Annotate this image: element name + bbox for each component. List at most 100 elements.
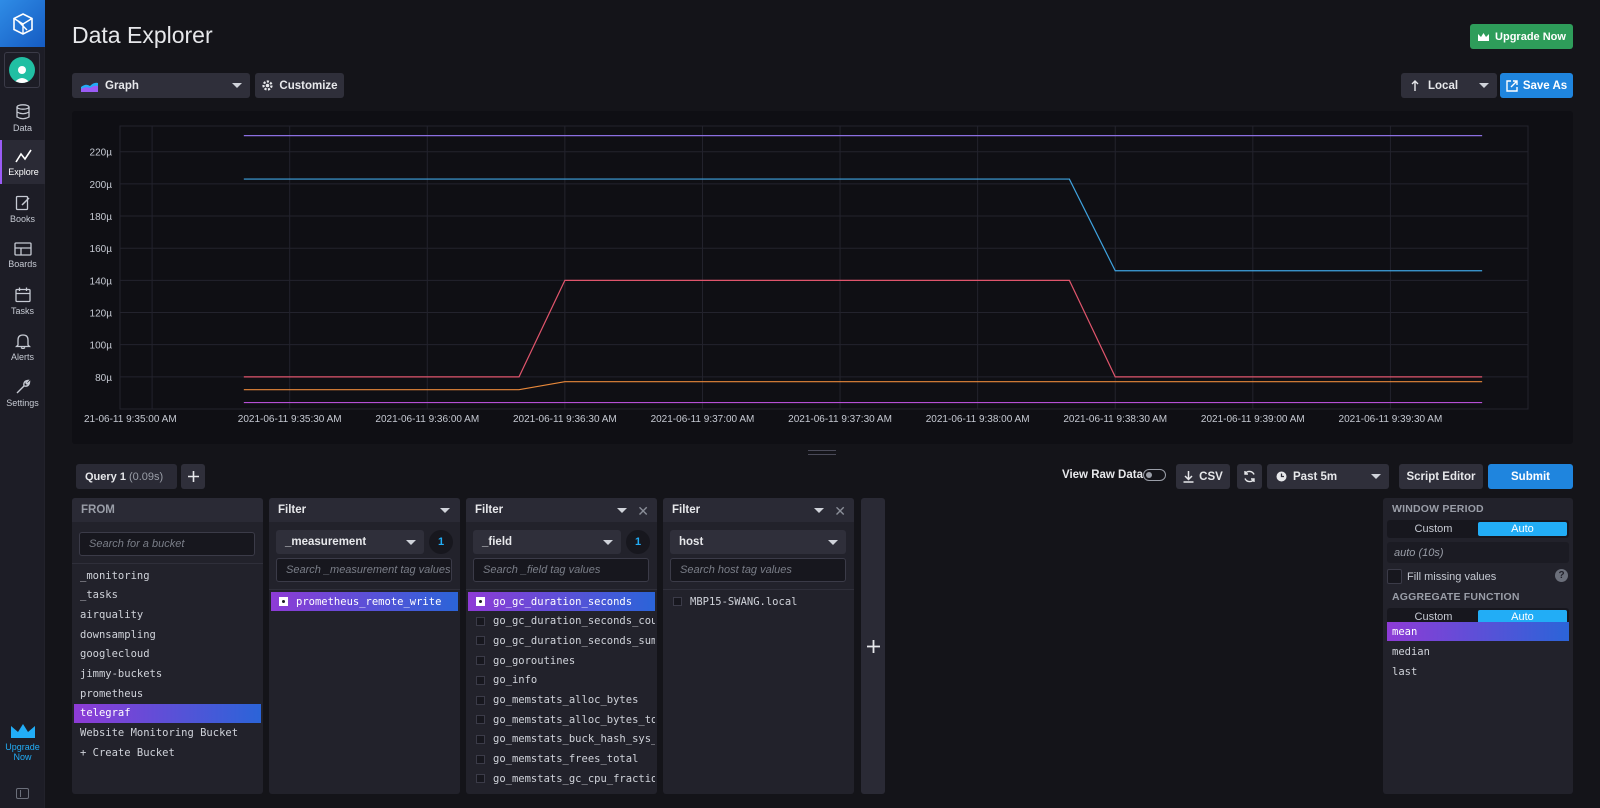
- timezone-dropdown[interactable]: Local: [1401, 73, 1497, 98]
- window-period-selector: Custom Auto: [1387, 520, 1569, 538]
- nav-alerts[interactable]: Alerts: [0, 325, 45, 369]
- nav-books-label: Books: [9, 213, 35, 224]
- upgrade-now-button[interactable]: Upgrade Now: [1470, 24, 1573, 49]
- close-icon[interactable]: ✕: [637, 503, 649, 520]
- nav-boards[interactable]: Boards: [0, 233, 45, 277]
- view-raw-data-toggle[interactable]: [1143, 469, 1166, 481]
- filter-divider: [663, 589, 854, 590]
- add-filter-button[interactable]: [861, 498, 885, 794]
- add-query-button[interactable]: [181, 464, 205, 489]
- aggregate-function-item[interactable]: median: [1387, 642, 1569, 661]
- chevron-down-icon[interactable]: [617, 508, 627, 513]
- help-icon[interactable]: ?: [1555, 569, 1568, 582]
- tag-value-label: go_memstats_gc_cpu_fraction: [493, 772, 655, 785]
- bucket-item[interactable]: + Create Bucket: [74, 743, 261, 762]
- nav-boards-label: Boards: [8, 258, 37, 269]
- checkbox-icon: [476, 754, 485, 764]
- fill-missing-checkbox[interactable]: [1387, 569, 1402, 584]
- bucket-item[interactable]: jimmy-buckets: [74, 665, 261, 684]
- nav-explore[interactable]: Explore: [0, 140, 45, 184]
- tag-value-item[interactable]: go_goroutines: [468, 651, 655, 670]
- bucket-item[interactable]: googlecloud: [74, 645, 261, 664]
- chevron-down-icon: [828, 540, 838, 545]
- close-icon[interactable]: ✕: [834, 503, 846, 520]
- influxdb-logo-icon[interactable]: [0, 0, 45, 47]
- submit-button[interactable]: Submit: [1488, 464, 1573, 489]
- script-editor-button[interactable]: Script Editor: [1399, 464, 1483, 489]
- x-tick-label: 2021-06-11 9:35:30 AM: [238, 414, 342, 425]
- tag-value-item[interactable]: MBP15-SWANG.local: [665, 592, 852, 611]
- nav-books[interactable]: Books: [0, 187, 45, 231]
- user-avatar[interactable]: [4, 52, 40, 88]
- visualization-type-label: Graph: [105, 79, 139, 92]
- tag-value-item[interactable]: go_gc_duration_seconds_count: [468, 612, 655, 631]
- time-range-dropdown[interactable]: Past 5m: [1267, 464, 1389, 489]
- wrench-icon: [16, 379, 30, 393]
- tag-value-item[interactable]: go_memstats_alloc_bytes: [468, 691, 655, 710]
- checkbox-icon: [279, 597, 288, 606]
- filter-header-label: Filter: [475, 504, 504, 516]
- chevron-down-icon[interactable]: [814, 508, 824, 513]
- bucket-item[interactable]: downsampling: [74, 625, 261, 644]
- tag-value-label: go_memstats_alloc_bytes: [493, 694, 639, 706]
- checkbox-icon: [476, 695, 485, 705]
- collapse-sidebar-icon[interactable]: [16, 788, 29, 799]
- measurement-search-input[interactable]: Search _measurement tag values: [276, 558, 452, 582]
- chevron-down-icon: [1479, 83, 1489, 88]
- panel-resize-handle[interactable]: [808, 450, 836, 455]
- filter-key-dropdown[interactable]: host: [670, 530, 846, 554]
- host-search-input[interactable]: Search host tag values: [670, 558, 846, 582]
- window-custom-option[interactable]: Custom: [1389, 522, 1478, 536]
- tag-value-item[interactable]: go_gc_duration_seconds: [468, 592, 655, 611]
- bucket-search-input[interactable]: Search for a bucket: [79, 532, 255, 556]
- tag-value-item[interactable]: go_gc_duration_seconds_sum: [468, 631, 655, 650]
- y-tick-label: 160µ: [90, 244, 113, 255]
- window-auto-option[interactable]: Auto: [1478, 522, 1567, 536]
- customize-label: Customize: [279, 79, 338, 92]
- sidebar-upgrade-link[interactable]: Upgrade Now: [0, 722, 45, 762]
- query-tab-time: (0.09s): [128, 470, 164, 483]
- filter-key-dropdown[interactable]: _measurement: [276, 530, 424, 554]
- nav-settings[interactable]: Settings: [0, 371, 45, 415]
- field-search-input[interactable]: Search _field tag values: [473, 558, 649, 582]
- nav-tasks[interactable]: Tasks: [0, 279, 45, 323]
- tag-value-item[interactable]: prometheus_remote_write: [271, 592, 458, 611]
- chevron-down-icon[interactable]: [440, 508, 450, 513]
- tag-value-item[interactable]: go_info: [468, 671, 655, 690]
- save-as-button[interactable]: Save As: [1500, 73, 1573, 98]
- bell-icon: [14, 333, 31, 349]
- filter-card-measurement: Filter _measurement 1 Search _measuremen…: [269, 498, 460, 794]
- checkbox-icon: [476, 636, 485, 646]
- bucket-item[interactable]: _tasks: [74, 586, 261, 605]
- plus-icon: [187, 471, 199, 482]
- fill-missing-row[interactable]: Fill missing values: [1387, 569, 1496, 584]
- query-tab-1[interactable]: Query 1 (0.09s): [76, 464, 177, 489]
- aggregate-function-item[interactable]: mean: [1387, 622, 1569, 641]
- tag-value-item[interactable]: go_memstats_alloc_bytes_total: [468, 710, 655, 729]
- bucket-item[interactable]: Website Monitoring Bucket: [74, 724, 261, 743]
- tag-value-label: go_gc_duration_seconds_sum: [493, 634, 655, 647]
- filter-divider: [269, 589, 460, 590]
- tag-value-item[interactable]: go_memstats_gc_cpu_fraction: [468, 769, 655, 788]
- crown-icon: [10, 724, 35, 738]
- bucket-item[interactable]: _monitoring: [74, 566, 261, 585]
- query-tab-label: Query 1: [85, 470, 126, 483]
- nav-data[interactable]: Data: [0, 96, 45, 140]
- filter-header-label: Filter: [278, 504, 307, 516]
- customize-button[interactable]: Customize: [255, 73, 344, 98]
- csv-download-button[interactable]: CSV: [1176, 464, 1230, 489]
- bucket-item[interactable]: airquality: [74, 605, 261, 624]
- filter-key-dropdown[interactable]: _field: [473, 530, 621, 554]
- visualization-type-dropdown[interactable]: Graph: [72, 73, 250, 98]
- graph-type-icon: [81, 82, 98, 92]
- tag-value-item[interactable]: go_memstats_frees_total: [468, 750, 655, 769]
- bucket-item[interactable]: telegraf: [74, 703, 261, 723]
- tag-value-label: go_gc_duration_seconds: [493, 595, 633, 608]
- filter-header: Filter: [269, 498, 460, 522]
- y-tick-label: 220µ: [90, 148, 113, 159]
- aggregate-function-item[interactable]: last: [1387, 662, 1569, 681]
- tag-value-item[interactable]: go_memstats_buck_hash_sys_bytes: [468, 730, 655, 749]
- refresh-button[interactable]: [1237, 464, 1262, 489]
- x-tick-label: 2021-06-11 9:36:30 AM: [513, 414, 617, 425]
- bucket-item[interactable]: prometheus: [74, 684, 261, 703]
